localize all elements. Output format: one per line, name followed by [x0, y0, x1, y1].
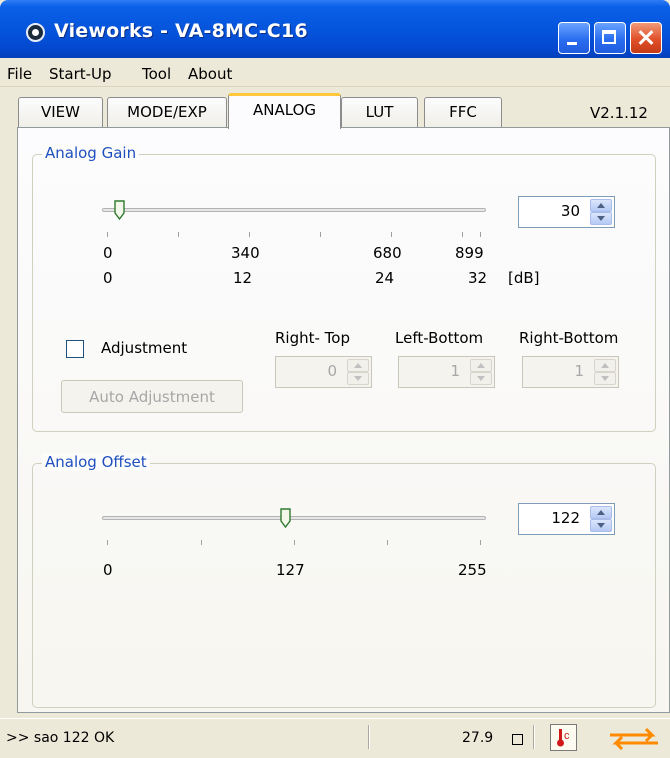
- slider-tick: [391, 232, 392, 237]
- analog-gain-value[interactable]: 30: [561, 202, 580, 220]
- tab-analog[interactable]: ANALOG: [228, 93, 341, 129]
- analog-offset-spinbox[interactable]: 122: [518, 503, 615, 535]
- gain-tick-label: 680: [373, 244, 402, 262]
- thermometer-glyph: c: [557, 729, 570, 747]
- spin-up-button[interactable]: [594, 359, 616, 372]
- slider-tick: [462, 232, 463, 237]
- right-top-value[interactable]: 0: [327, 362, 337, 380]
- right-top-spinbox[interactable]: 0: [275, 356, 372, 388]
- slider-tick: [178, 232, 179, 237]
- adjustment-checkbox[interactable]: [66, 340, 84, 358]
- gain-tick-label: 0: [103, 244, 113, 262]
- spin-down-button[interactable]: [590, 519, 612, 532]
- slider-tick: [320, 232, 321, 237]
- spin-up-button[interactable]: [347, 359, 369, 372]
- spin-down-button[interactable]: [594, 372, 616, 385]
- slider-tick: [107, 540, 108, 545]
- offset-tick-label: 255: [458, 561, 487, 579]
- gain-tick-label: 340: [231, 244, 260, 262]
- menu-bar: File Start-Up Tool About: [0, 58, 670, 87]
- left-bottom-spinbox[interactable]: 1: [398, 356, 495, 388]
- slider-tick: [294, 540, 295, 545]
- maximize-button[interactable]: [594, 22, 626, 54]
- analog-offset-group: [32, 463, 656, 708]
- menu-tool[interactable]: Tool: [142, 65, 171, 83]
- gain-db-label: 24: [375, 269, 395, 287]
- slider-tick: [480, 232, 481, 237]
- gain-db-label: 32: [468, 269, 488, 287]
- slider-tick: [107, 232, 108, 237]
- minimize-button[interactable]: [558, 22, 590, 54]
- thermometer-icon[interactable]: c: [550, 724, 577, 751]
- status-message: >> sao 122 OK: [6, 730, 115, 746]
- menu-about[interactable]: About: [188, 65, 232, 83]
- right-top-label: Right- Top: [275, 329, 350, 347]
- right-bottom-spinbox[interactable]: 1: [522, 356, 619, 388]
- slider-tick: [387, 540, 388, 545]
- analog-gain-slider-track[interactable]: [102, 208, 486, 212]
- analog-gain-spinbox[interactable]: 30: [518, 196, 615, 228]
- offset-tick-label: 127: [276, 561, 305, 579]
- gain-tick-label: 899: [455, 244, 484, 262]
- auto-adjustment-button[interactable]: Auto Adjustment: [61, 380, 243, 413]
- analog-gain-slider-thumb[interactable]: [114, 200, 125, 220]
- offset-tick-label: 0: [103, 561, 113, 579]
- analog-offset-value[interactable]: 122: [551, 509, 580, 527]
- tab-lut[interactable]: LUT: [341, 97, 418, 127]
- version-label: V2.1.12: [590, 104, 648, 122]
- temperature-value: 27.9: [462, 730, 494, 746]
- gain-db-label: 0: [103, 269, 113, 287]
- right-bottom-label: Right-Bottom: [519, 329, 619, 347]
- analog-offset-title: Analog Offset: [42, 453, 150, 471]
- status-separator: [533, 725, 535, 749]
- title-bar[interactable]: Vieworks - VA-8MC-C16: [0, 0, 670, 58]
- left-bottom-value[interactable]: 1: [450, 362, 460, 380]
- svg-text:c: c: [564, 730, 570, 742]
- right-bottom-value[interactable]: 1: [574, 362, 584, 380]
- analog-gain-title: Analog Gain: [42, 144, 140, 162]
- temperature-unit-box: [512, 734, 523, 745]
- gain-db-label: 12: [233, 269, 253, 287]
- left-bottom-label: Left-Bottom: [395, 329, 484, 347]
- spin-down-button[interactable]: [347, 372, 369, 385]
- analog-offset-slider-track[interactable]: [102, 516, 486, 520]
- gain-unit-label: [dB]: [508, 269, 540, 287]
- spin-up-button[interactable]: [470, 359, 492, 372]
- window-title: Vieworks - VA-8MC-C16: [54, 20, 308, 42]
- spin-down-button[interactable]: [470, 372, 492, 385]
- tab-mode-exp[interactable]: MODE/EXP: [107, 97, 227, 127]
- close-icon: [631, 23, 661, 53]
- menu-start-up[interactable]: Start-Up: [49, 65, 112, 83]
- analog-offset-slider-thumb[interactable]: [280, 508, 291, 528]
- close-button[interactable]: [630, 22, 662, 54]
- slider-tick: [249, 232, 250, 237]
- spin-down-button[interactable]: [590, 212, 612, 225]
- adjustment-label[interactable]: Adjustment: [101, 339, 187, 357]
- app-icon[interactable]: [26, 23, 45, 42]
- connection-arrows-icon[interactable]: [606, 726, 662, 750]
- slider-tick: [201, 540, 202, 545]
- tab-ffc[interactable]: FFC: [424, 97, 502, 127]
- menu-file[interactable]: File: [7, 65, 32, 83]
- spin-up-button[interactable]: [590, 199, 612, 212]
- tab-view[interactable]: VIEW: [18, 97, 103, 127]
- spin-up-button[interactable]: [590, 506, 612, 519]
- slider-tick: [480, 540, 481, 545]
- status-separator: [368, 725, 370, 749]
